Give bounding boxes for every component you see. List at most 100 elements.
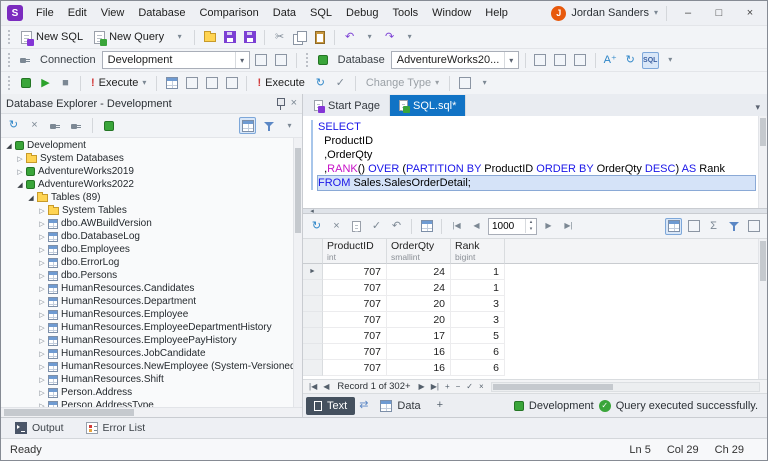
table-row[interactable]: 707 24 1 [303, 280, 767, 296]
uncomment-icon[interactable] [552, 52, 569, 69]
query-builder-icon[interactable] [163, 75, 180, 92]
tab-text[interactable]: Text [306, 396, 356, 415]
undo-icon[interactable]: ↶ [341, 29, 358, 46]
editor-vertical-scrollbar[interactable] [758, 116, 767, 208]
export-data-icon[interactable] [456, 75, 473, 92]
tab-error-list[interactable]: Error List [76, 420, 156, 436]
swap-panes-icon[interactable]: ⇄ [359, 400, 368, 411]
redo-icon[interactable]: ↷ [381, 29, 398, 46]
expand-icon[interactable]: ▷ [15, 155, 25, 163]
user-avatar[interactable]: J [551, 5, 567, 21]
grid-horizontal-scrollbar[interactable] [490, 381, 760, 392]
cell[interactable]: 20 [387, 296, 451, 312]
menu-tools[interactable]: Tools [385, 3, 425, 23]
expand-icon[interactable]: ▷ [37, 246, 47, 254]
next-record-icon[interactable]: ▶ [416, 382, 428, 391]
object-view-icon[interactable] [239, 117, 256, 134]
cell[interactable]: 3 [451, 312, 505, 328]
tree-item[interactable]: ▷ System Tables [1, 204, 302, 217]
toolbar-grip[interactable] [8, 76, 11, 90]
cell[interactable]: 16 [387, 360, 451, 376]
query-profiler-icon[interactable] [203, 75, 220, 92]
copy-icon[interactable] [291, 29, 308, 46]
menu-database[interactable]: Database [131, 3, 192, 23]
maximize-button[interactable]: □ [706, 4, 732, 22]
new-connection-icon[interactable] [100, 117, 117, 134]
refresh-query-icon[interactable]: ↻ [312, 75, 329, 92]
user-menu-chevron-icon[interactable]: ▾ [654, 9, 658, 17]
menu-edit[interactable]: Edit [61, 3, 94, 23]
last-page-icon[interactable]: ▶| [560, 218, 577, 235]
cut-icon[interactable]: ✂ [271, 29, 288, 46]
cell[interactable]: 17 [387, 328, 451, 344]
menu-data[interactable]: Data [266, 3, 303, 23]
new-document-dropdown-icon[interactable]: ▾ [171, 29, 188, 46]
filter-results-icon[interactable] [725, 218, 742, 235]
cancel-edit-icon[interactable]: × [476, 382, 487, 391]
query-plan-icon[interactable] [183, 75, 200, 92]
page-size-input[interactable] [489, 220, 525, 232]
expand-icon[interactable]: ▷ [37, 376, 47, 384]
tree-item[interactable]: ◢ Development [1, 139, 302, 152]
table-row[interactable]: 707 20 3 [303, 296, 767, 312]
change-type-button[interactable]: Change Type ▾ [362, 75, 443, 91]
save-all-icon[interactable] [241, 29, 258, 46]
open-file-icon[interactable] [201, 29, 218, 46]
execute-script-button[interactable]: ! Execute [253, 75, 308, 91]
toolbar-grip[interactable] [305, 53, 309, 67]
export-results-icon[interactable] [348, 218, 365, 235]
expand-icon[interactable]: ▷ [37, 298, 47, 306]
validate-icon[interactable]: ✓ [332, 75, 349, 92]
cell[interactable]: 6 [451, 360, 505, 376]
tree-item[interactable]: ▷ dbo.DatabaseLog [1, 230, 302, 243]
tree-item[interactable]: ▷ dbo.ErrorLog [1, 256, 302, 269]
expand-icon[interactable]: ▷ [37, 207, 47, 215]
execute-button[interactable]: ! Execute ▾ [87, 75, 150, 91]
menu-comparison[interactable]: Comparison [192, 3, 265, 23]
database-select[interactable]: AdventureWorks20... ▾ [390, 51, 519, 69]
tab-output[interactable]: Output [5, 420, 74, 436]
connection-properties-icon[interactable] [273, 52, 290, 69]
append-record-icon[interactable]: + [442, 382, 453, 391]
edit-connection-icon[interactable] [253, 52, 270, 69]
collapse-icon[interactable]: ◢ [4, 142, 14, 150]
code-line[interactable]: ,RANK() OVER (PARTITION BY ProductID ORD… [318, 162, 755, 176]
tree-item[interactable]: ▷ HumanResources.Department [1, 295, 302, 308]
cell[interactable]: 5 [451, 328, 505, 344]
table-row[interactable]: 707 17 5 [303, 328, 767, 344]
next-page-icon[interactable]: ▶ [540, 218, 557, 235]
paste-icon[interactable] [311, 29, 328, 46]
tree-item[interactable]: ▷ Person.AddressType [1, 399, 302, 407]
tree-item[interactable]: ▷ dbo.Employees [1, 243, 302, 256]
tab-data[interactable]: Data [372, 397, 428, 415]
column-header[interactable]: Rank bigint [451, 239, 505, 264]
cell[interactable]: 1 [451, 264, 505, 280]
toolbar-overflow-icon[interactable]: ▾ [476, 75, 493, 92]
cell[interactable]: 707 [323, 296, 387, 312]
aggregates-icon[interactable]: Σ [705, 218, 722, 235]
expand-icon[interactable]: ▷ [37, 337, 47, 345]
cell[interactable]: 24 [387, 264, 451, 280]
run-icon[interactable]: ▶ [37, 75, 54, 92]
refresh-intellisense-icon[interactable]: ↻ [622, 52, 639, 69]
column-chooser-icon[interactable] [745, 218, 762, 235]
expand-icon[interactable]: ▷ [37, 285, 47, 293]
connect-icon[interactable] [47, 117, 64, 134]
tree-item[interactable]: ▷ dbo.AWBuildVersion [1, 217, 302, 230]
cell[interactable]: 707 [323, 328, 387, 344]
edit-record-icon[interactable]: ✓ [463, 382, 476, 391]
redo-dropdown-icon[interactable]: ▾ [401, 29, 418, 46]
grid-view-icon[interactable] [665, 217, 682, 235]
cell[interactable]: 707 [323, 360, 387, 376]
first-record-icon[interactable]: |◀ [306, 382, 320, 391]
last-record-icon[interactable]: ▶| [428, 382, 442, 391]
first-page-icon[interactable]: |◀ [448, 218, 465, 235]
column-header[interactable]: ProductID int [323, 239, 387, 264]
collapse-icon[interactable]: ◢ [15, 181, 25, 189]
menu-window[interactable]: Window [425, 3, 478, 23]
save-icon[interactable] [221, 29, 238, 46]
collapse-icon[interactable]: ◢ [26, 194, 36, 202]
expand-icon[interactable]: ▷ [37, 363, 47, 371]
sql-formatter-icon[interactable]: SQL [641, 51, 659, 69]
table-row[interactable]: 707 16 6 [303, 344, 767, 360]
